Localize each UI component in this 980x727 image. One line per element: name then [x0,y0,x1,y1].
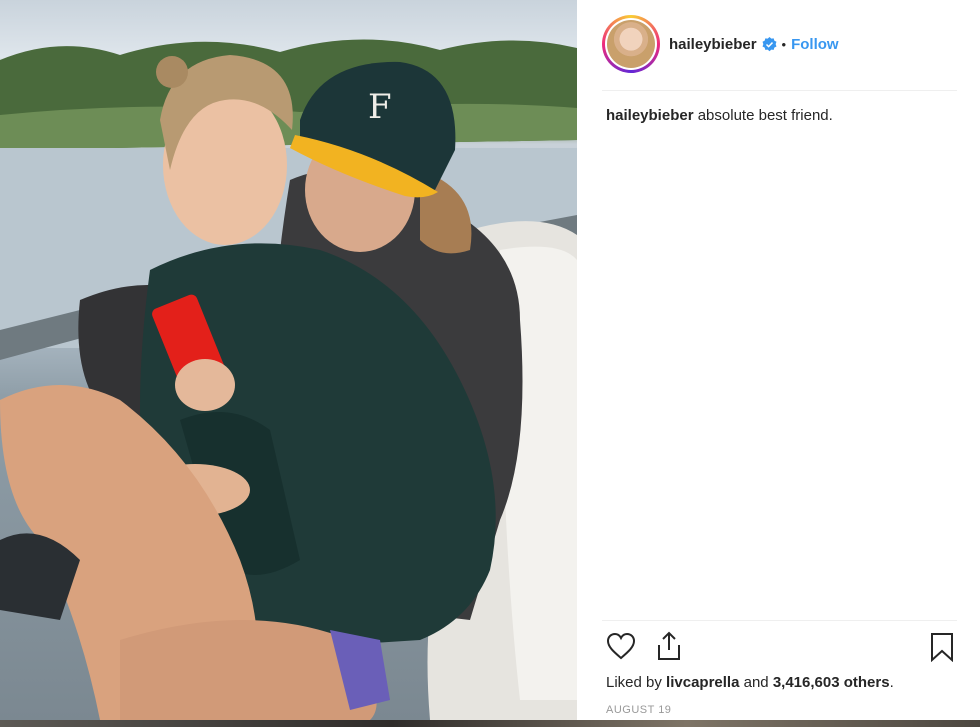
share-icon[interactable] [654,630,684,667]
post-header: haileybieber • Follow [602,14,839,74]
post-date[interactable]: AUGUST 19 [606,704,671,716]
avatar[interactable] [602,15,660,73]
likes-summary: Liked by livcaprella and 3,416,603 other… [606,674,894,691]
verified-badge-icon [762,36,777,52]
next-post-strip [0,720,980,727]
woman-bun [156,56,188,88]
photo-illustration: F [0,39,577,720]
liked-by-and: and [743,674,769,691]
action-bar [606,630,961,667]
follow-button[interactable]: Follow [791,36,839,53]
bookmark-icon[interactable] [929,632,955,667]
likes-suffix: . [889,674,894,691]
post-photo[interactable]: F [0,0,577,720]
header-divider [602,90,957,91]
caption: haileybieber absolute best friend. [606,107,833,124]
liked-by-prefix: Liked by [606,674,662,691]
heart-icon[interactable] [606,632,636,665]
separator-dot: • [781,36,787,52]
likes-count-link[interactable]: 3,416,603 others [773,674,890,691]
cap-logo: F [368,87,392,127]
liked-by-user-link[interactable]: livcaprella [666,674,739,691]
avatar-image [607,20,655,68]
woman-hands [175,359,235,411]
post-sidebar: haileybieber • Follow haileybieber absol… [577,0,980,720]
actions-divider [602,620,957,621]
caption-text: absolute best friend. [697,107,833,124]
caption-username[interactable]: haileybieber [606,107,694,124]
username-link[interactable]: haileybieber [669,36,757,53]
